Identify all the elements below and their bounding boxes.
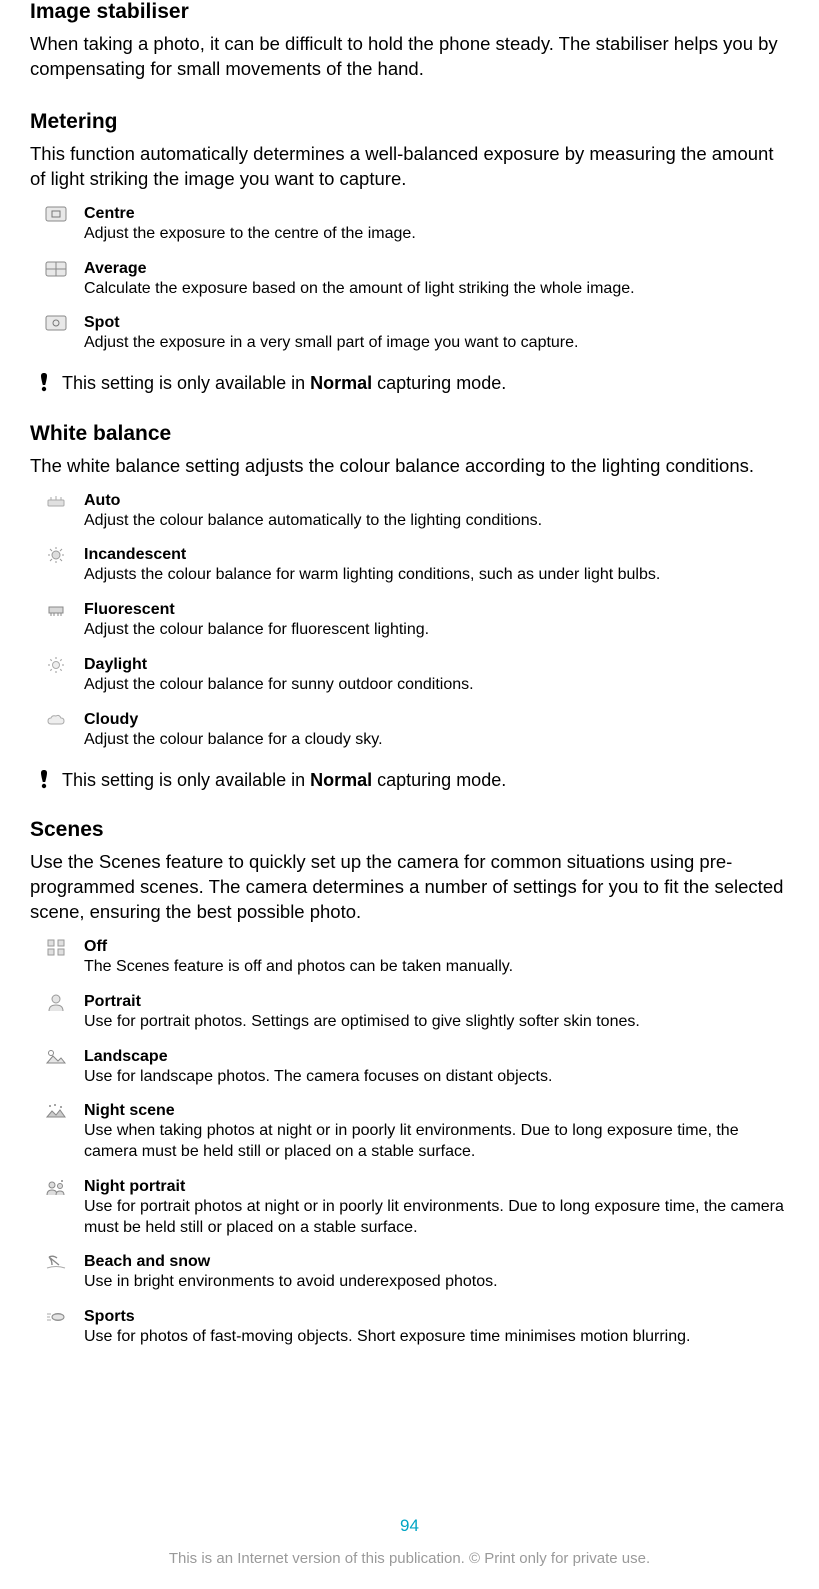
- note-metering: This setting is only available in Normal…: [30, 372, 789, 395]
- item-title: Night scene: [84, 1101, 789, 1121]
- list-item: Average Calculate the exposure based on …: [30, 259, 789, 300]
- scenes-sports-icon: [42, 1307, 70, 1326]
- section-image-stabiliser: Image stabiliser When taking a photo, it…: [30, 0, 789, 82]
- note-text: This setting is only available in Normal…: [58, 372, 789, 395]
- item-desc: Use for portrait photos. Settings are op…: [84, 1012, 789, 1033]
- intro-white-balance: The white balance setting adjusts the co…: [30, 454, 789, 479]
- intro-metering: This function automatically determines a…: [30, 142, 789, 192]
- list-item: Centre Adjust the exposure to the centre…: [30, 204, 789, 245]
- list-item: Beach and snow Use in bright environment…: [30, 1252, 789, 1293]
- item-desc: Use for photos of fast-moving objects. S…: [84, 1327, 789, 1348]
- section-metering: Metering This function automatically det…: [30, 110, 789, 354]
- list-item: Auto Adjust the colour balance automatic…: [30, 491, 789, 532]
- page-footer: 94 This is an Internet version of this p…: [0, 1516, 819, 1567]
- item-desc: Use for portrait photos at night or in p…: [84, 1197, 789, 1239]
- item-title: Beach and snow: [84, 1252, 789, 1272]
- warning-icon: [30, 769, 58, 789]
- item-title: Average: [84, 259, 789, 279]
- item-title: Centre: [84, 204, 789, 224]
- wb-auto-icon: [42, 491, 70, 510]
- item-title: Incandescent: [84, 545, 789, 565]
- item-title: Fluorescent: [84, 600, 789, 620]
- item-title: Sports: [84, 1307, 789, 1327]
- item-desc: Use for landscape photos. The camera foc…: [84, 1067, 789, 1088]
- item-title: Off: [84, 937, 789, 957]
- wb-incandescent-icon: [42, 545, 70, 564]
- item-title: Landscape: [84, 1047, 789, 1067]
- item-title: Daylight: [84, 655, 789, 675]
- item-desc: Use in bright environments to avoid unde…: [84, 1272, 789, 1293]
- item-title: Auto: [84, 491, 789, 511]
- metering-centre-icon: [42, 204, 70, 223]
- copyright-text: This is an Internet version of this publ…: [0, 1550, 819, 1567]
- list-item: Daylight Adjust the colour balance for s…: [30, 655, 789, 696]
- list-item: Landscape Use for landscape photos. The …: [30, 1047, 789, 1088]
- wb-daylight-icon: [42, 655, 70, 674]
- list-item: Incandescent Adjusts the colour balance …: [30, 545, 789, 586]
- wb-fluorescent-icon: [42, 600, 70, 619]
- metering-spot-icon: [42, 313, 70, 332]
- wb-cloudy-icon: [42, 710, 70, 729]
- warning-icon: [30, 372, 58, 392]
- item-desc: Adjusts the colour balance for warm ligh…: [84, 565, 789, 586]
- list-item: Cloudy Adjust the colour balance for a c…: [30, 710, 789, 751]
- list-item: Fluorescent Adjust the colour balance fo…: [30, 600, 789, 641]
- item-desc: Adjust the exposure in a very small part…: [84, 333, 789, 354]
- list-item: Sports Use for photos of fast-moving obj…: [30, 1307, 789, 1348]
- item-desc: Use when taking photos at night or in po…: [84, 1121, 789, 1163]
- scenes-night-icon: [42, 1101, 70, 1120]
- heading-white-balance: White balance: [30, 422, 789, 446]
- list-item: Off The Scenes feature is off and photos…: [30, 937, 789, 978]
- list-item: Night scene Use when taking photos at ni…: [30, 1101, 789, 1163]
- item-desc: Adjust the colour balance for sunny outd…: [84, 675, 789, 696]
- item-title: Cloudy: [84, 710, 789, 730]
- note-text: This setting is only available in Normal…: [58, 769, 789, 792]
- heading-scenes: Scenes: [30, 818, 789, 842]
- item-desc: Adjust the colour balance for fluorescen…: [84, 620, 789, 641]
- note-white-balance: This setting is only available in Normal…: [30, 769, 789, 792]
- scenes-off-icon: [42, 937, 70, 956]
- metering-average-icon: [42, 259, 70, 278]
- item-title: Spot: [84, 313, 789, 333]
- intro-image-stabiliser: When taking a photo, it can be difficult…: [30, 32, 789, 82]
- item-title: Portrait: [84, 992, 789, 1012]
- page-number: 94: [0, 1516, 819, 1536]
- item-desc: Adjust the colour balance automatically …: [84, 511, 789, 532]
- list-item: Spot Adjust the exposure in a very small…: [30, 313, 789, 354]
- item-desc: Calculate the exposure based on the amou…: [84, 279, 789, 300]
- section-white-balance: White balance The white balance setting …: [30, 422, 789, 751]
- scenes-portrait-icon: [42, 992, 70, 1013]
- scenes-landscape-icon: [42, 1047, 70, 1066]
- list-item: Portrait Use for portrait photos. Settin…: [30, 992, 789, 1033]
- item-desc: Adjust the exposure to the centre of the…: [84, 224, 789, 245]
- item-title: Night portrait: [84, 1177, 789, 1197]
- scenes-beach-snow-icon: [42, 1252, 70, 1271]
- section-scenes: Scenes Use the Scenes feature to quickly…: [30, 818, 789, 1348]
- heading-image-stabiliser: Image stabiliser: [30, 0, 789, 24]
- list-item: Night portrait Use for portrait photos a…: [30, 1177, 789, 1239]
- item-desc: The Scenes feature is off and photos can…: [84, 957, 789, 978]
- item-desc: Adjust the colour balance for a cloudy s…: [84, 730, 789, 751]
- scenes-night-portrait-icon: [42, 1177, 70, 1198]
- heading-metering: Metering: [30, 110, 789, 134]
- intro-scenes: Use the Scenes feature to quickly set up…: [30, 850, 789, 925]
